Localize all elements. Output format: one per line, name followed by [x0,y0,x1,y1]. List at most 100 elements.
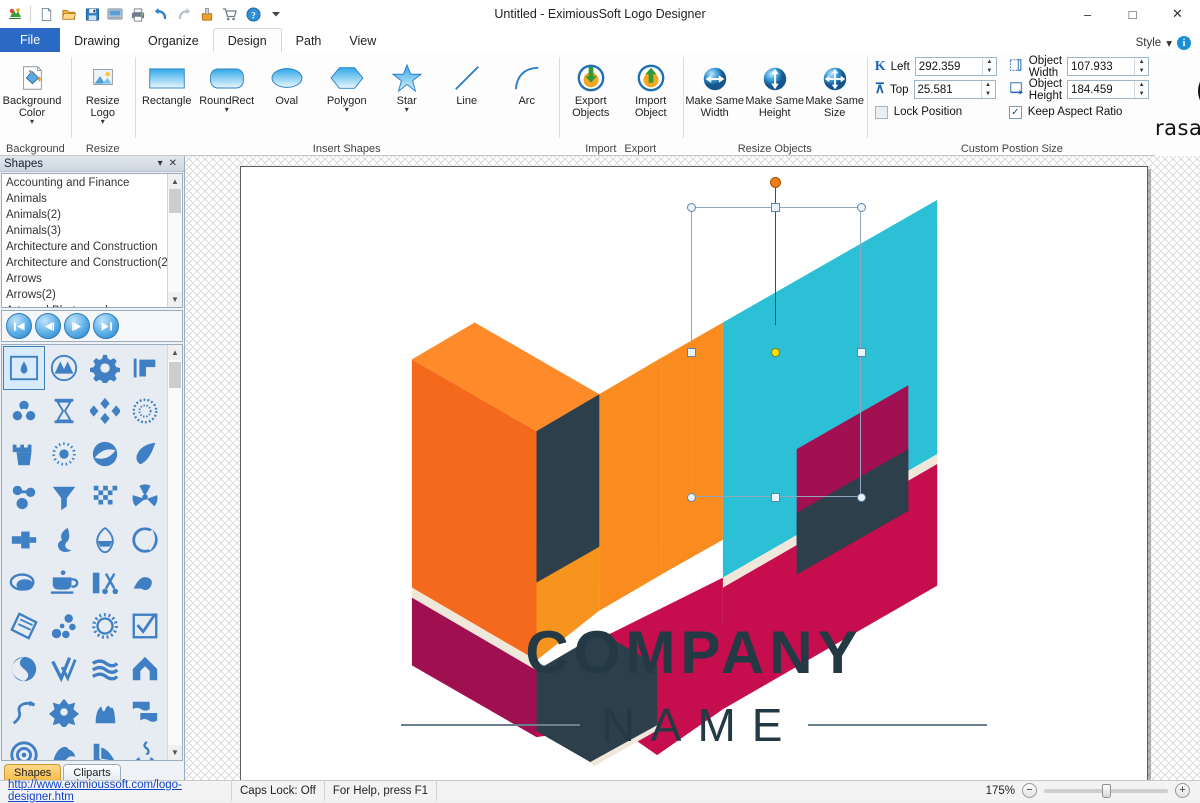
redo-icon[interactable] [173,3,195,25]
tab-path[interactable]: Path [282,30,336,52]
shape-icon-cell[interactable] [126,476,166,518]
save-icon[interactable] [81,3,103,25]
category-item[interactable]: Architecture and Construction [2,239,167,255]
next-page-button[interactable] [64,313,90,339]
shape-icon-cell[interactable] [45,562,85,604]
polygon-tool-button[interactable]: Polygon ▾ [317,55,377,113]
background-color-button[interactable]: Background Color ▾ [2,55,62,125]
import-object-button[interactable]: Import Object [621,55,681,119]
open-file-icon[interactable] [58,3,80,25]
shape-icon-cell[interactable] [4,605,44,647]
scroll-thumb[interactable] [169,189,181,213]
arc-tool-button[interactable]: Arc [497,55,557,107]
shape-icon-cell[interactable] [126,562,166,604]
category-item[interactable]: Animals(3) [2,223,167,239]
scroll-down-icon[interactable]: ▼ [168,745,182,760]
lock-position-checkbox[interactable] [875,106,888,119]
scroll-thumb[interactable] [169,362,181,388]
keep-aspect-ratio-checkbox-row[interactable]: ✓ Keep Aspect Ratio [1009,103,1149,121]
shape-icon-cell[interactable] [4,476,44,518]
shape-icon-cell[interactable] [45,648,85,690]
shape-grid-scrollbar[interactable]: ▲ ▼ [167,345,182,760]
close-button[interactable]: ✕ [1155,0,1200,28]
zoom-slider-thumb[interactable] [1102,784,1111,798]
shape-icon-cell[interactable] [4,347,44,389]
new-file-icon[interactable] [35,3,57,25]
shape-icon-cell[interactable] [85,519,125,561]
shape-icon-cell[interactable] [85,691,125,733]
shape-icon-cell[interactable] [126,519,166,561]
shape-icon-cell[interactable] [4,691,44,733]
zoom-in-button[interactable]: + [1175,783,1190,798]
save-as-icon[interactable] [104,3,126,25]
shape-icon-cell[interactable] [85,605,125,647]
category-item[interactable]: Arrows(2) [2,287,167,303]
tab-file[interactable]: File [0,28,60,52]
star-tool-button[interactable]: Star ▾ [377,55,437,113]
lock-position-checkbox-row[interactable]: Lock Position [875,103,997,121]
info-icon[interactable]: i [1177,36,1191,50]
category-item[interactable]: Animals(2) [2,207,167,223]
keep-aspect-ratio-checkbox[interactable]: ✓ [1009,106,1022,119]
shape-icon-cell[interactable] [85,433,125,475]
shape-category-list[interactable]: Accounting and Finance Animals Animals(2… [1,173,183,308]
undo-icon[interactable] [150,3,172,25]
top-spinner[interactable]: ▲▼ [914,80,996,99]
export-objects-button[interactable]: Export Objects [561,55,621,119]
first-page-button[interactable] [6,313,32,339]
previous-page-button[interactable] [35,313,61,339]
shape-icon-cell[interactable] [85,734,125,760]
chevron-down-icon[interactable]: ▾ [155,158,166,169]
roundrect-tool-button[interactable]: RoundRect ▾ [197,55,257,113]
shape-icon-cell[interactable] [126,605,166,647]
shape-icon-cell[interactable] [126,390,166,432]
logo-page[interactable]: COMPANY NAME [240,166,1148,780]
shape-icon-cell[interactable] [4,562,44,604]
maximize-button[interactable]: □ [1110,0,1155,28]
shape-icon-cell[interactable] [4,648,44,690]
tab-drawing[interactable]: Drawing [60,30,134,52]
left-input[interactable] [916,58,982,75]
object-height-spinner-arrows[interactable]: ▲▼ [1134,81,1148,98]
customize-qat-icon[interactable] [265,3,287,25]
oval-tool-button[interactable]: Oval [257,55,317,107]
shape-icon-cell[interactable] [126,433,166,475]
top-input[interactable] [915,81,981,98]
tab-organize[interactable]: Organize [134,30,213,52]
shape-icon-cell[interactable] [126,691,166,733]
scroll-track[interactable] [168,189,182,292]
object-width-spinner[interactable]: ▲▼ [1067,57,1149,76]
category-list-scrollbar[interactable]: ▲ ▼ [167,174,182,307]
design-canvas[interactable]: COMPANY NAME [185,156,1200,780]
line-tool-button[interactable]: Line [437,55,497,107]
shape-icon-cell[interactable] [45,691,85,733]
app-menu-icon[interactable] [4,3,26,25]
shape-icon-cell[interactable] [4,390,44,432]
shape-icon-cell[interactable] [4,433,44,475]
print-icon[interactable] [127,3,149,25]
scroll-up-icon[interactable]: ▲ [168,174,182,189]
shape-icon-cell[interactable] [45,605,85,647]
scroll-track[interactable] [168,360,182,745]
cart-icon[interactable] [219,3,241,25]
resize-logo-button[interactable]: Resize Logo ▾ [73,55,133,125]
shape-icon-cell[interactable] [45,433,85,475]
shape-icon-cell[interactable] [45,734,85,760]
product-website-link[interactable]: http://www.eximioussoft.com/logo-designe… [0,781,232,801]
export-icon[interactable] [196,3,218,25]
category-item[interactable]: Arts and Photography [2,303,167,307]
close-icon[interactable]: ✕ [166,158,180,169]
shape-icon-cell[interactable] [4,519,44,561]
zoom-slider-track[interactable] [1044,789,1168,793]
shape-icon-cell[interactable] [85,390,125,432]
left-spinner-arrows[interactable]: ▲▼ [982,58,996,75]
top-spinner-arrows[interactable]: ▲▼ [981,81,995,98]
shape-icon-cell[interactable] [126,347,166,389]
shape-icon-cell[interactable] [45,390,85,432]
help-icon[interactable]: ? [242,3,264,25]
style-menu[interactable]: Style ▾ i [1136,36,1200,52]
shape-icon-cell[interactable] [45,519,85,561]
make-same-width-button[interactable]: Make Same Width [685,55,745,119]
shape-icon-cell[interactable] [126,648,166,690]
shape-icon-cell[interactable] [85,562,125,604]
